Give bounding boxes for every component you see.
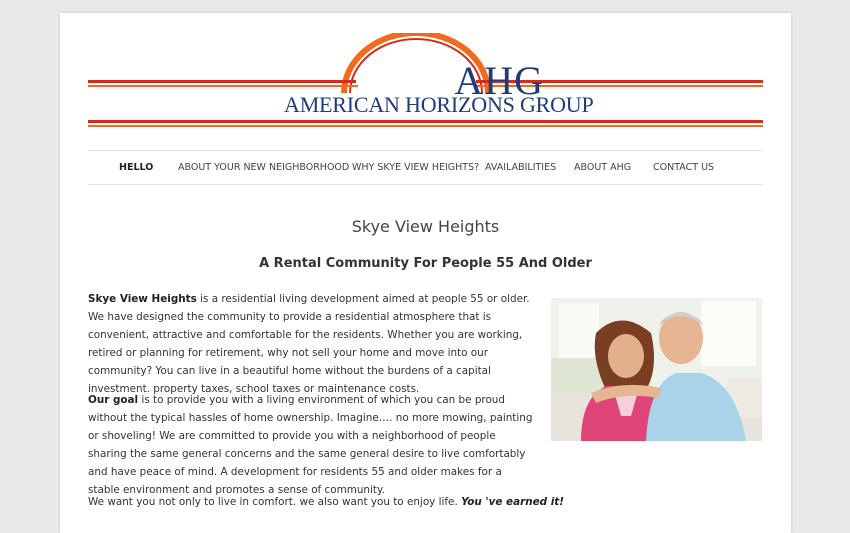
site-logo[interactable]: AHG AMERICAN HORIZONS GROUP xyxy=(88,33,763,133)
main-navigation: HELLO ABOUT YOUR NEW NEIGHBORHOOD WHY SK… xyxy=(88,150,763,185)
nav-item-why-skye-view[interactable]: WHY SKYE VIEW HEIGHTS? xyxy=(352,151,479,184)
page-title: Skye View Heights xyxy=(351,217,500,236)
nav-item-about-ahg[interactable]: ABOUT AHG xyxy=(574,151,631,184)
senior-couple-photo xyxy=(551,298,762,441)
page-subtitle: A Rental Community For People 55 And Old… xyxy=(259,256,592,271)
closing-paragraph: We want you not only to live in comfort.… xyxy=(88,493,608,511)
logo-company-name: AMERICAN HORIZONS GROUP xyxy=(284,92,594,117)
intro-text: is a residential living development aime… xyxy=(88,293,530,395)
nav-item-availabilities[interactable]: AVAILABILITIES xyxy=(485,151,556,184)
photo-illustration xyxy=(551,298,762,441)
closing-text: We want you not only to live in comfort.… xyxy=(88,496,462,508)
intro-paragraph: Skye View Heights is a residential livin… xyxy=(88,290,534,398)
nav-item-hello[interactable]: HELLO xyxy=(119,151,153,184)
goal-bold-lead: Our goal xyxy=(88,394,139,406)
goal-text: is to provide you with a living environm… xyxy=(88,394,533,496)
goal-paragraph: Our goal is to provide you with a living… xyxy=(88,391,534,499)
nav-item-about-neighborhood[interactable]: ABOUT YOUR NEW NEIGHBORHOOD xyxy=(178,151,349,184)
closing-emphasis: You 've earned it! xyxy=(461,496,564,508)
intro-bold-lead: Skye View Heights xyxy=(88,293,197,305)
nav-item-contact-us[interactable]: CONTACT US xyxy=(653,151,714,184)
page-container: AHG AMERICAN HORIZONS GROUP HELLO ABOUT … xyxy=(60,13,791,533)
